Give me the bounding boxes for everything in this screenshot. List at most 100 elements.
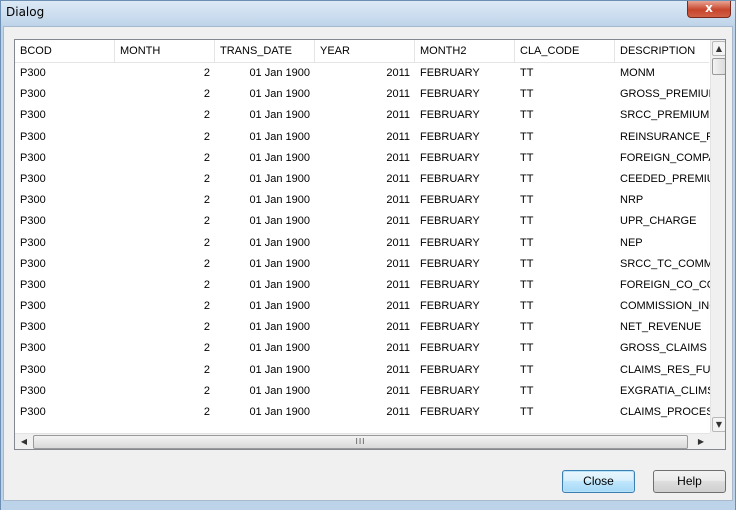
cell-bcod: P300 — [20, 88, 46, 101]
cell-month: 2 — [203, 363, 210, 376]
table-row[interactable]: P300 2 01 Jan 1900 2011 FEBRUARY TT GROSS_PREM… — [15, 84, 710, 105]
cell-bcod: P300 — [20, 130, 46, 143]
cell-month2: FEBRUARY — [420, 67, 480, 79]
cell-description: NET_REVENUE — [620, 321, 702, 334]
grid-header: BCOD MONTH TRANS_DATE YEAR MONTH2 CLA_CO… — [15, 40, 709, 63]
table-row[interactable]: P300 2 01 Jan 1900 2011 FEBRUARY TT SRCC_TC_CO… — [15, 254, 710, 275]
cell-bcod: P300 — [20, 67, 46, 79]
table-row[interactable]: P300 2 01 Jan 1900 2011 FEBRUARY TT MONM — [15, 63, 709, 84]
cell-year: 2011 — [386, 215, 410, 228]
cell-bcod: P300 — [20, 363, 46, 376]
cell-month2: FEBRUARY — [420, 363, 480, 376]
cell-cla-code: TT — [520, 172, 534, 185]
column-header-month[interactable]: MONTH — [115, 40, 215, 62]
column-header-month2[interactable]: MONTH2 — [415, 40, 515, 62]
cell-cla-code: TT — [520, 342, 534, 355]
cell-bcod: P300 — [20, 342, 46, 355]
cell-month2: FEBRUARY — [420, 321, 480, 334]
data-grid[interactable]: BCOD MONTH TRANS_DATE YEAR MONTH2 CLA_CO… — [14, 39, 726, 450]
cell-cla-code: TT — [520, 363, 534, 376]
scroll-up-icon[interactable]: ▲ — [712, 41, 725, 56]
column-header-trans-date[interactable]: TRANS_DATE — [215, 40, 315, 62]
cell-year: 2011 — [386, 321, 410, 334]
table-row[interactable]: P300 2 01 Jan 1900 2011 FEBRUARY TT COMMISSION… — [15, 296, 710, 317]
column-header-bcod[interactable]: BCOD — [15, 40, 115, 62]
cell-month2: FEBRUARY — [420, 172, 480, 185]
window-close-button[interactable]: x — [687, 1, 731, 18]
column-header-description[interactable]: DESCRIPTION — [615, 40, 709, 62]
table-row[interactable]: P300 2 01 Jan 1900 2011 FEBRUARY TT FOREIGN_CO… — [15, 148, 710, 169]
table-row[interactable]: P300 2 01 Jan 1900 2011 FEBRUARY TT CEEDED_PRE… — [15, 169, 710, 190]
table-row[interactable]: P300 2 01 Jan 1900 2011 FEBRUARY TT UPR_CHARGE — [15, 211, 709, 232]
cell-month2: FEBRUARY — [420, 130, 480, 143]
scroll-down-icon[interactable]: ▼ — [712, 417, 725, 432]
help-button[interactable]: Help — [653, 470, 726, 493]
cell-year: 2011 — [386, 300, 410, 313]
cell-month: 2 — [203, 172, 210, 185]
cell-month: 2 — [203, 257, 210, 270]
cell-cla-code: TT — [520, 384, 534, 397]
cell-cla-code: TT — [520, 278, 534, 291]
close-button[interactable]: Close — [562, 470, 635, 493]
table-row[interactable]: P300 2 01 Jan 1900 2011 FEBRUARY TT FOREIGN_CO… — [15, 275, 710, 296]
table-row[interactable]: P300 2 01 Jan 1900 2011 FEBRUARY TT CLAIMS_PRO… — [15, 402, 710, 423]
cell-cla-code: TT — [520, 300, 534, 313]
cell-trans-date: 01 Jan 1900 — [249, 278, 310, 291]
cell-description: SRCC_TC_COMMIS — [620, 257, 710, 270]
cell-year: 2011 — [386, 88, 410, 101]
cell-cla-code: TT — [520, 257, 534, 270]
cell-month: 2 — [203, 321, 210, 334]
table-row[interactable]: P300 2 01 Jan 1900 2011 FEBRUARY TT NET_REVENU… — [15, 317, 709, 338]
cell-bcod: P300 — [20, 278, 46, 291]
cell-month2: FEBRUARY — [420, 342, 480, 355]
cell-month2: FEBRUARY — [420, 194, 480, 207]
cell-description: UPR_CHARGE — [620, 215, 697, 228]
cell-month2: FEBRUARY — [420, 151, 480, 164]
cell-month: 2 — [203, 215, 210, 228]
table-row[interactable]: P300 2 01 Jan 1900 2011 FEBRUARY TT NRP — [15, 190, 709, 211]
table-row[interactable]: P300 2 01 Jan 1900 2011 FEBRUARY TT EXGRATIA_C… — [15, 381, 710, 402]
table-row[interactable]: P300 2 01 Jan 1900 2011 FEBRUARY TT GROSS_CLAI… — [15, 338, 709, 359]
cell-month2: FEBRUARY — [420, 300, 480, 313]
scroll-left-icon[interactable]: ◀ — [17, 435, 31, 449]
table-row[interactable]: P300 2 01 Jan 1900 2011 FEBRUARY TT SRCC_PREMI… — [15, 105, 709, 126]
vertical-scroll-thumb[interactable] — [712, 58, 725, 75]
cell-month: 2 — [203, 406, 210, 418]
cell-description: CEEDED_PREMIUM — [620, 172, 710, 185]
cell-year: 2011 — [386, 406, 410, 418]
title-bar[interactable]: Dialog x — [1, 1, 735, 25]
column-header-year[interactable]: YEAR — [315, 40, 415, 62]
cell-month2: FEBRUARY — [420, 257, 480, 270]
table-row[interactable]: P300 2 01 Jan 1900 2011 FEBRUARY TT CLAIMS_RES… — [15, 360, 710, 381]
scroll-right-icon[interactable]: ▶ — [694, 435, 708, 449]
cell-year: 2011 — [386, 342, 410, 355]
cell-trans-date: 01 Jan 1900 — [249, 172, 310, 185]
cell-month: 2 — [203, 236, 210, 249]
horizontal-scrollbar[interactable]: ◀ III ▶ — [15, 433, 710, 449]
cell-bcod: P300 — [20, 257, 46, 270]
column-header-cla-code[interactable]: CLA_CODE — [515, 40, 615, 62]
cell-description: GROSS_PREMIUM — [620, 88, 710, 101]
cell-description: CLAIMS_PROCESSI — [620, 406, 710, 418]
cell-trans-date: 01 Jan 1900 — [249, 130, 310, 143]
cell-year: 2011 — [386, 236, 410, 249]
cell-bcod: P300 — [20, 300, 46, 313]
cell-bcod: P300 — [20, 109, 46, 122]
cell-month: 2 — [203, 88, 210, 101]
cell-month2: FEBRUARY — [420, 109, 480, 122]
cell-trans-date: 01 Jan 1900 — [249, 236, 310, 249]
cell-cla-code: TT — [520, 321, 534, 334]
cell-bcod: P300 — [20, 321, 46, 334]
cell-bcod: P300 — [20, 151, 46, 164]
cell-cla-code: TT — [520, 130, 534, 143]
table-row[interactable]: P300 2 01 Jan 1900 2011 FEBRUARY TT REINSURANC… — [15, 127, 710, 148]
cell-month: 2 — [203, 194, 210, 207]
table-row[interactable]: P300 2 01 Jan 1900 2011 FEBRUARY TT NEP — [15, 233, 709, 254]
horizontal-scroll-thumb[interactable]: III — [33, 435, 688, 449]
vertical-scrollbar[interactable]: ▲ ▼ — [710, 40, 725, 433]
cell-description: MONM — [620, 67, 655, 79]
cell-bcod: P300 — [20, 236, 46, 249]
cell-bcod: P300 — [20, 215, 46, 228]
cell-month2: FEBRUARY — [420, 278, 480, 291]
cell-trans-date: 01 Jan 1900 — [249, 321, 310, 334]
